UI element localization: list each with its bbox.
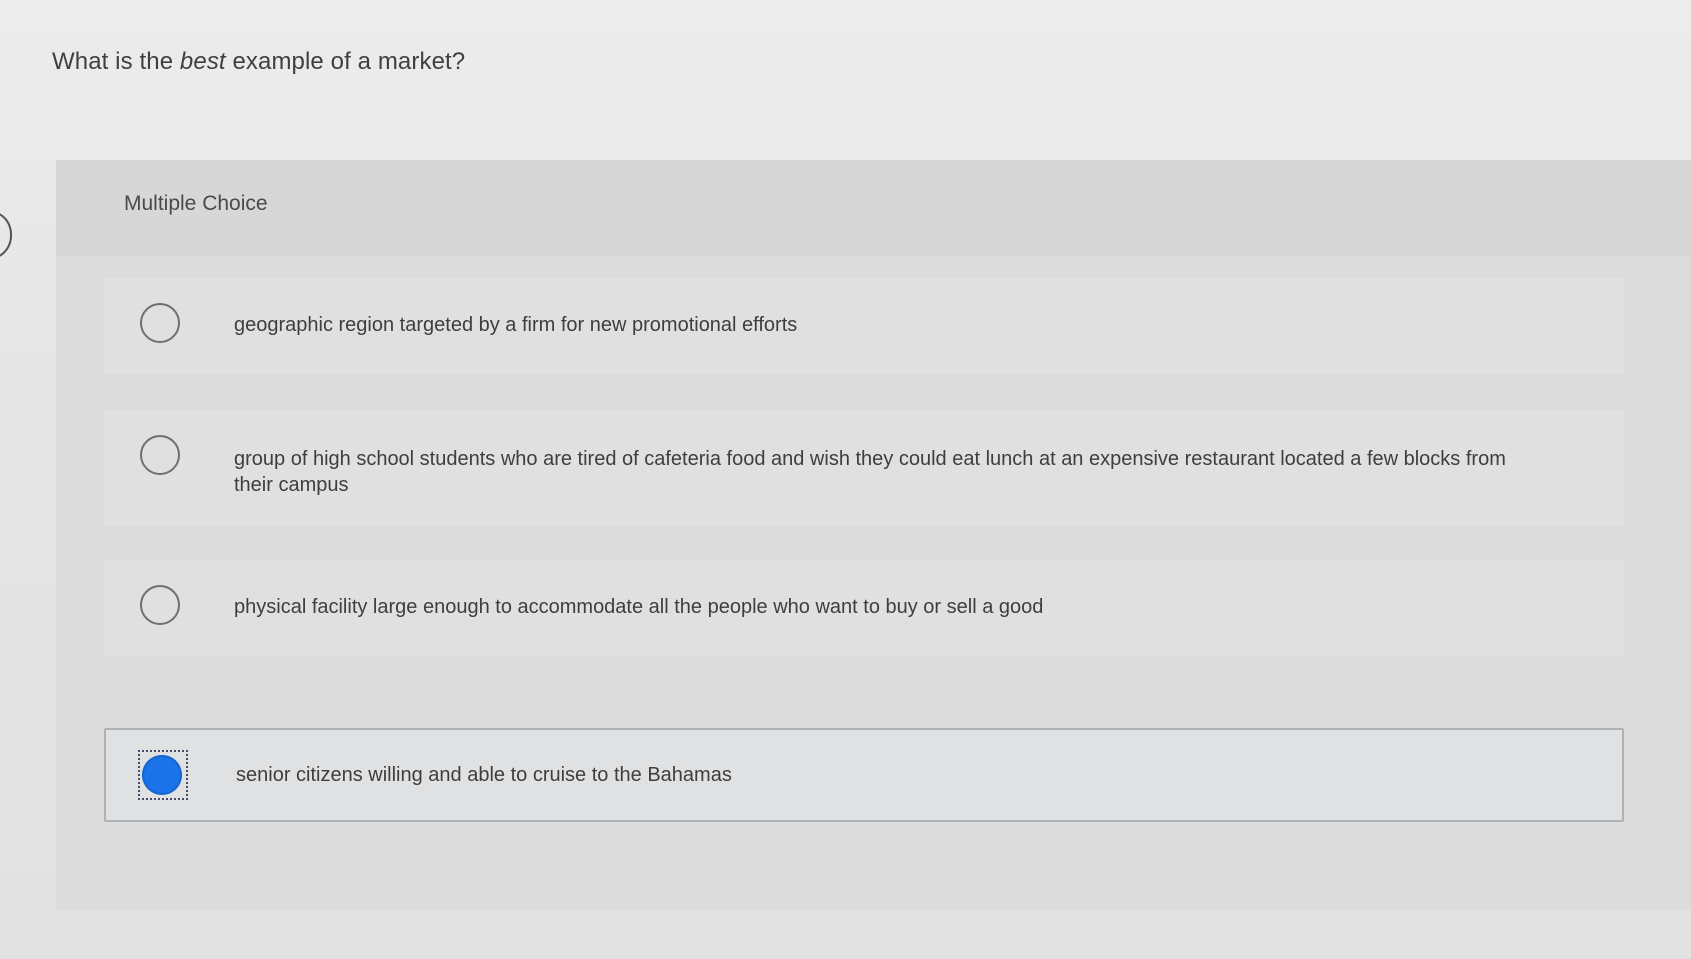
question-prompt: What is the best example of a market? xyxy=(52,48,465,76)
radio-button-checked[interactable] xyxy=(142,755,182,795)
answer-option-text: geographic region targeted by a firm for… xyxy=(234,314,798,336)
answer-option-text: group of high school students who are ti… xyxy=(234,448,1506,496)
question-suffix: example of a market? xyxy=(225,48,466,75)
answer-option-text: senior citizens willing and able to crui… xyxy=(236,764,732,786)
radio-button-unchecked[interactable] xyxy=(140,435,180,475)
radio-button-unchecked[interactable] xyxy=(140,585,180,625)
panel-header: Multiple Choice xyxy=(56,160,1691,256)
answer-option-text: physical facility large enough to accomm… xyxy=(234,596,1044,618)
question-prefix: What is the xyxy=(52,48,180,75)
radio-button-unchecked[interactable] xyxy=(140,303,180,343)
answer-option-1[interactable]: geographic region targeted by a firm for… xyxy=(104,278,1624,374)
answer-option-2[interactable]: group of high school students who are ti… xyxy=(104,410,1624,526)
window-edge-decoration xyxy=(0,210,12,260)
multiple-choice-panel: Multiple Choice geographic region target… xyxy=(56,160,1691,910)
answer-option-4-selected[interactable]: senior citizens willing and able to crui… xyxy=(104,728,1624,822)
answer-option-3[interactable]: physical facility large enough to accomm… xyxy=(104,560,1624,656)
multiple-choice-label: Multiple Choice xyxy=(124,192,268,215)
question-emphasis: best xyxy=(179,48,226,75)
